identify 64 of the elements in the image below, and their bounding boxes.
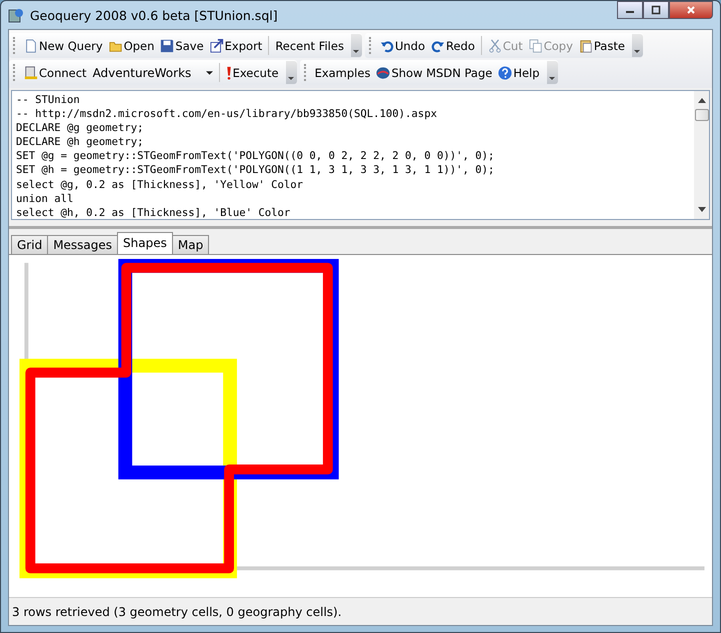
tab[interactable]: Messages [47,235,118,254]
grip-handle[interactable] [304,64,309,81]
overflow-button[interactable] [632,34,643,57]
code-editor[interactable] [11,90,710,220]
scroll-up-icon [698,98,706,103]
maximize-icon [651,5,661,15]
toolbar-button[interactable]: Show MSDN Page [373,62,496,84]
toolbar-button[interactable]: Open [106,34,158,56]
toolbar-button[interactable]: Examples [312,62,374,84]
clipboard-icon [578,38,593,52]
scrollbar[interactable] [694,91,709,219]
export-icon [210,38,224,52]
copy-icon [528,38,543,52]
toolbar-button[interactable]: Save [157,34,207,56]
grip-handle[interactable] [13,37,18,54]
code-line: union all [16,192,74,206]
toolbar-button[interactable]: Help [495,62,543,84]
toolbar-button[interactable]: Export [206,34,266,56]
toolbar-button[interactable]: Paste [576,34,628,56]
overflow-button[interactable] [546,61,558,84]
window-title: Geoquery 2008 v0.6 beta [STUnion.sql] [30,8,278,22]
help-icon [498,66,512,80]
close-icon [686,5,696,15]
toolbar-button[interactable]: Recent Files [272,34,347,56]
exclamation-icon [226,66,232,80]
code-line: SET @g = geometry::STGeomFromText('POLYGON((0 0, 0 2, 2 2, 2 0, 0 0))', 0); [16,149,496,164]
app-icon [8,7,24,23]
database-icon [24,66,38,80]
status-text: 3 rows retrieved (3 geometry cells, 0 geography cells). [12,604,342,618]
database-dropdown[interactable]: AdventureWorks [90,62,216,82]
code-line: DECLARE @h geometry; [16,135,145,150]
maximize-button[interactable] [643,1,669,19]
toolbar-button[interactable]: Redo [428,34,478,56]
undo-icon [380,38,394,52]
minimize-button[interactable] [617,1,643,19]
tab[interactable]: Map [172,235,210,254]
overflow-button[interactable] [286,61,297,84]
scroll-down-icon [698,207,706,212]
grip-handle[interactable] [368,37,374,54]
code-line: select @g, 0.2 as [Thickness], 'Yellow' Color [16,178,304,192]
scissors-icon [488,38,502,52]
toolbar-button[interactable]: Connect [21,62,90,84]
globe-icon [376,66,390,80]
toolbar-button[interactable]: New Query [21,34,106,56]
page-icon [24,38,38,52]
close-button[interactable] [669,1,713,19]
code-line: -- STUnion [16,93,81,108]
overflow-icon [288,77,294,81]
code-line: -- http://msdn2.microsoft.com/en-us/library/bb933850(SQL.100).aspx [16,107,438,122]
code-line: select @h, 0.2 as [Thickness], 'Blue' Color [16,206,292,219]
overflow-icon [634,50,640,54]
toolbar-button[interactable]: Undo [376,34,428,56]
overflow-icon [353,50,360,54]
overflow-icon [549,77,556,81]
toolbar-button[interactable]: Execute [222,62,282,84]
tab[interactable]: Grid [11,235,48,254]
scroll-thumb[interactable] [694,109,708,121]
code-line: SET @h = geometry::STGeomFromText('POLYGON((1 1, 3 1, 3 3, 1 3, 1 1))', 0); [16,163,496,178]
redo-icon [431,38,445,52]
tab[interactable]: Shapes [117,232,173,254]
overflow-button[interactable] [350,34,362,57]
dropdown-arrow-icon [206,70,213,74]
grip-handle[interactable] [13,64,18,81]
code-line: DECLARE @g geometry; [16,121,145,136]
